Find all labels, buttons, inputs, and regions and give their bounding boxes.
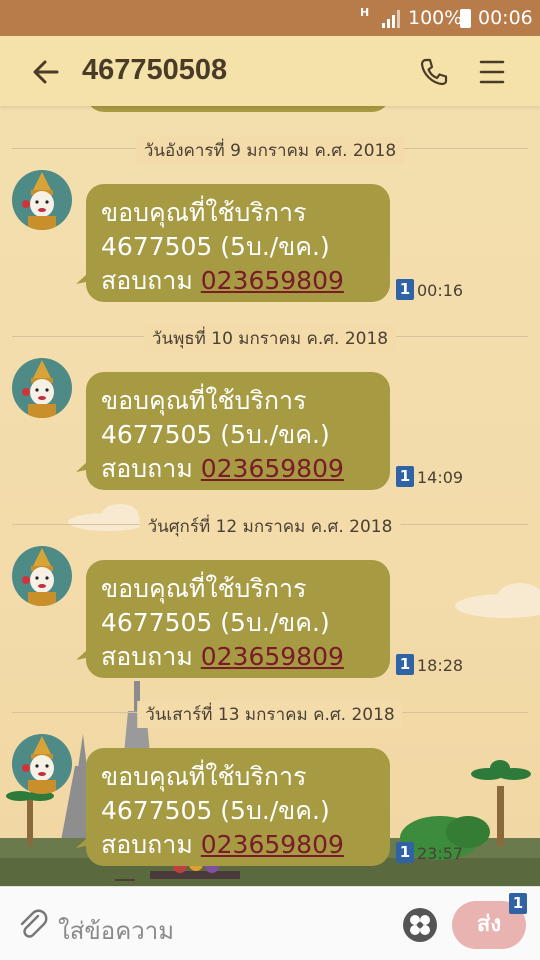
phone-number-link[interactable]: 023659809 <box>201 454 344 483</box>
message-time: 18:28 <box>417 656 464 675</box>
status-time: 00:06 <box>478 7 533 29</box>
message-bubble[interactable]: ขอบคุณที่ใช้บริการ 4677505 (5บ./ขค.) สอบ… <box>86 372 390 490</box>
sticker-icon[interactable] <box>402 907 438 943</box>
avatar[interactable] <box>12 734 72 794</box>
message-bubble[interactable]: ขอบคุณที่ใช้บริการ 4677505 (5บ./ขค.) สอบ… <box>86 184 390 302</box>
avatar-character-icon <box>22 360 56 418</box>
status-bar: H 100% 00:06 <box>0 0 540 36</box>
message-input[interactable]: ใส่ข้อความ <box>58 911 174 950</box>
avatar[interactable] <box>12 358 72 418</box>
compose-bar: ใส่ข้อความ ส่ง 1 <box>0 886 540 960</box>
avatar-character-icon <box>22 736 56 794</box>
back-arrow-icon[interactable] <box>30 56 62 88</box>
sim-badge: 1 <box>396 279 414 300</box>
message-time: 14:09 <box>417 468 464 487</box>
sim-badge: 1 <box>396 466 414 487</box>
phone-icon[interactable] <box>418 56 450 88</box>
previous-message-bubble[interactable] <box>86 106 390 112</box>
sim-badge: 1 <box>396 842 414 863</box>
signal-icon <box>382 10 400 28</box>
phone-number-link[interactable]: 023659809 <box>201 642 344 671</box>
paperclip-icon[interactable] <box>16 907 48 941</box>
sim-badge: 1 <box>396 654 414 675</box>
battery-percentage: 100% <box>408 7 463 29</box>
avatar-character-icon <box>22 172 56 230</box>
date-separator: วันศุกร์ที่ 12 มกราคม ค.ศ. 2018 <box>12 512 528 540</box>
message-time: 00:16 <box>417 281 464 300</box>
contact-number-title: 467750508 <box>82 54 228 86</box>
phone-number-link[interactable]: 023659809 <box>201 830 344 859</box>
message-time: 23:57 <box>417 844 464 863</box>
avatar[interactable] <box>12 546 72 606</box>
avatar[interactable] <box>12 170 72 230</box>
date-separator: วันพุธที่ 10 มกราคม ค.ศ. 2018 <box>12 324 528 352</box>
menu-icon[interactable] <box>478 58 506 86</box>
conversation-header: 467750508 <box>0 36 540 106</box>
message-bubble[interactable]: ขอบคุณที่ใช้บริการ 4677505 (5บ./ขค.) สอบ… <box>86 560 390 678</box>
phone-number-link[interactable]: 023659809 <box>201 266 344 295</box>
message-bubble[interactable]: ขอบคุณที่ใช้บริการ 4677505 (5บ./ขค.) สอบ… <box>86 748 390 866</box>
send-sim-badge: 1 <box>509 893 527 914</box>
network-type-indicator: H <box>360 6 370 19</box>
date-separator: วันอังคารที่ 9 มกราคม ค.ศ. 2018 <box>12 136 528 164</box>
avatar-character-icon <box>22 548 56 606</box>
message-list[interactable]: วันอังคารที่ 9 มกราคม ค.ศ. 2018 ขอบคุณที… <box>0 106 540 886</box>
date-separator: วันเสาร์ที่ 13 มกราคม ค.ศ. 2018 <box>12 700 528 728</box>
battery-icon <box>460 9 471 28</box>
